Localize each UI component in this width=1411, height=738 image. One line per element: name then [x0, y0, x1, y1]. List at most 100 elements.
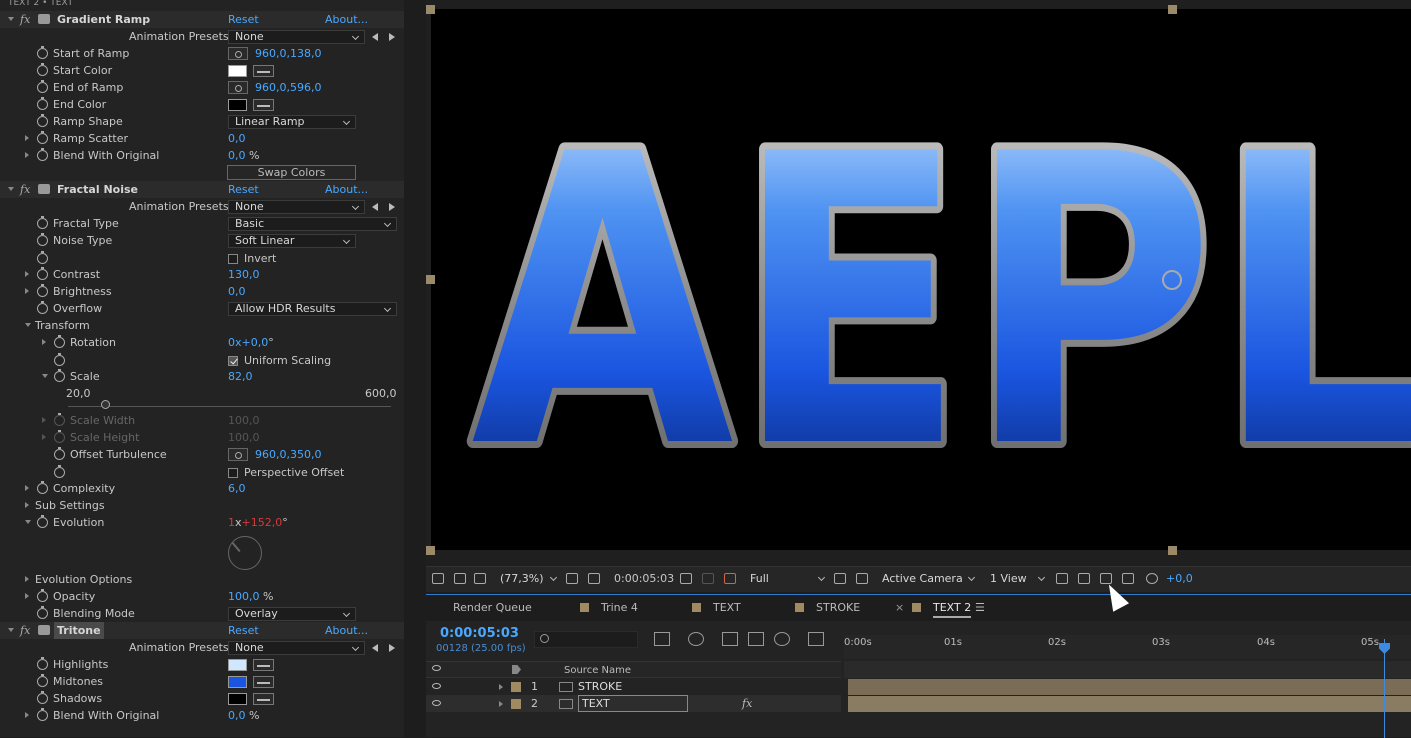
transform-handle[interactable] [426, 546, 435, 555]
brightness-value[interactable]: 0,0 [228, 283, 246, 300]
stopwatch-icon[interactable] [37, 589, 48, 602]
expand-icon[interactable] [8, 628, 14, 632]
uniform-scaling-checkbox[interactable] [228, 356, 238, 366]
stopwatch-icon[interactable] [37, 148, 48, 161]
stopwatch-icon[interactable] [37, 131, 48, 144]
noise-type-dropdown[interactable]: Soft Linear [228, 234, 356, 248]
ramp-scatter-value[interactable]: 0,0 [228, 130, 246, 147]
fast-previews-icon[interactable] [1078, 573, 1090, 584]
monitor-icon[interactable] [454, 573, 466, 584]
fx-icon[interactable]: fx [20, 11, 30, 28]
expand-icon[interactable] [25, 323, 31, 327]
midtones-swatch[interactable] [228, 676, 247, 688]
expand-icon[interactable] [25, 576, 29, 582]
prev-preset-icon[interactable] [372, 203, 378, 211]
stopwatch-icon[interactable] [54, 335, 65, 348]
stopwatch-icon[interactable] [37, 606, 48, 619]
layer-duration-bar[interactable] [848, 679, 1411, 695]
transform-handle[interactable] [1168, 546, 1177, 555]
slider-track[interactable] [68, 406, 391, 407]
stopwatch-icon[interactable] [37, 284, 48, 297]
opacity-value[interactable]: 100,0 % [228, 588, 273, 605]
visibility-icon[interactable] [432, 683, 441, 689]
eyedropper-icon[interactable] [253, 676, 274, 688]
stopwatch-icon[interactable] [37, 691, 48, 704]
prev-preset-icon[interactable] [372, 644, 378, 652]
expand-icon[interactable] [25, 152, 29, 158]
group-evolution-options[interactable]: Evolution Options [0, 571, 404, 588]
tab-render-queue[interactable]: Render Queue [453, 600, 532, 616]
fractal-type-dropdown[interactable]: Basic [228, 217, 397, 231]
tab-text[interactable]: TEXT [713, 600, 741, 616]
stopwatch-icon[interactable] [37, 708, 48, 721]
rotation-value[interactable]: 0x+0,0° [228, 334, 274, 351]
draft-3d-icon[interactable] [688, 632, 704, 646]
group-transform[interactable]: Transform [0, 317, 404, 334]
layer-color-label[interactable] [511, 699, 521, 709]
crosshair-icon[interactable] [228, 81, 248, 94]
composition-canvas[interactable]: AEPL [431, 9, 1411, 550]
flowchart-icon[interactable] [1122, 573, 1134, 584]
shy-layers-icon[interactable] [722, 632, 738, 646]
layer-row[interactable]: 1 STROKE [426, 678, 841, 695]
end-of-ramp-value[interactable]: 960,0,596,0 [255, 79, 321, 96]
time-ruler[interactable]: 0:00s 01s 02s 03s 04s 05s [844, 635, 1411, 659]
expand-icon[interactable] [25, 288, 29, 294]
prev-preset-icon[interactable] [372, 33, 378, 41]
fx-icon[interactable]: fx [742, 695, 752, 712]
start-of-ramp-value[interactable]: 960,0,138,0 [255, 45, 321, 62]
about-link[interactable]: About... [325, 11, 368, 28]
view-layout-dropdown[interactable]: 1 View [986, 572, 1048, 588]
camera-dropdown[interactable]: Active Camera [878, 572, 978, 588]
expand-icon[interactable] [499, 701, 503, 707]
transform-handle[interactable] [426, 5, 435, 14]
panel-divider[interactable] [404, 0, 426, 737]
stopwatch-icon[interactable] [54, 465, 65, 478]
stopwatch-icon[interactable] [54, 353, 65, 366]
visibility-icon[interactable] [432, 700, 441, 706]
complexity-value[interactable]: 6,0 [228, 480, 246, 497]
region-of-interest-icon[interactable] [834, 573, 846, 584]
transform-handle[interactable] [1168, 5, 1177, 14]
slider-knob[interactable] [101, 400, 110, 409]
expand-icon[interactable] [8, 17, 14, 21]
work-area-bar[interactable] [844, 661, 1411, 678]
crosshair-icon[interactable] [228, 448, 248, 461]
stopwatch-icon[interactable] [37, 233, 48, 246]
transform-handle[interactable] [426, 275, 435, 284]
fx-icon[interactable]: fx [20, 181, 30, 198]
animation-presets-dropdown[interactable]: None [228, 641, 365, 655]
offset-value[interactable]: 960,0,350,0 [255, 446, 321, 463]
reset-link[interactable]: Reset [228, 11, 259, 28]
stopwatch-icon[interactable] [37, 267, 48, 280]
layer-color-label[interactable] [511, 682, 521, 692]
layer-search-input[interactable] [534, 631, 638, 648]
stopwatch-icon[interactable] [37, 657, 48, 670]
composition-viewer[interactable]: AEPL [426, 0, 1411, 566]
stopwatch-icon[interactable] [37, 481, 48, 494]
toggle-pixel-aspect-icon[interactable] [1056, 573, 1068, 584]
overflow-dropdown[interactable]: Allow HDR Results [228, 302, 397, 316]
comp-mini-flowchart-icon[interactable] [654, 632, 670, 646]
grid-icon[interactable] [566, 573, 578, 584]
graph-editor-icon[interactable] [808, 632, 824, 646]
expand-icon[interactable] [42, 374, 48, 378]
anchor-point-icon[interactable] [1162, 270, 1182, 290]
stopwatch-icon[interactable] [37, 301, 48, 314]
end-color-swatch[interactable] [228, 99, 247, 111]
source-name-header[interactable]: Source Name [564, 662, 631, 679]
ramp-shape-dropdown[interactable]: Linear Ramp [228, 115, 356, 129]
expand-icon[interactable] [42, 417, 46, 423]
tab-text-2[interactable]: TEXT 2 [933, 600, 972, 618]
reset-exposure-icon[interactable] [1146, 573, 1158, 584]
expand-icon[interactable] [25, 593, 29, 599]
stopwatch-icon[interactable] [37, 97, 48, 110]
reset-link[interactable]: Reset [228, 181, 259, 198]
layer-name[interactable]: STROKE [578, 678, 622, 695]
tab-trine-4[interactable]: Trine 4 [601, 600, 638, 616]
shadows-swatch[interactable] [228, 693, 247, 705]
eyedropper-icon[interactable] [253, 693, 274, 705]
tritone-blend-value[interactable]: 0,0 % [228, 707, 259, 724]
expand-icon[interactable] [25, 485, 29, 491]
stopwatch-icon[interactable] [37, 216, 48, 229]
